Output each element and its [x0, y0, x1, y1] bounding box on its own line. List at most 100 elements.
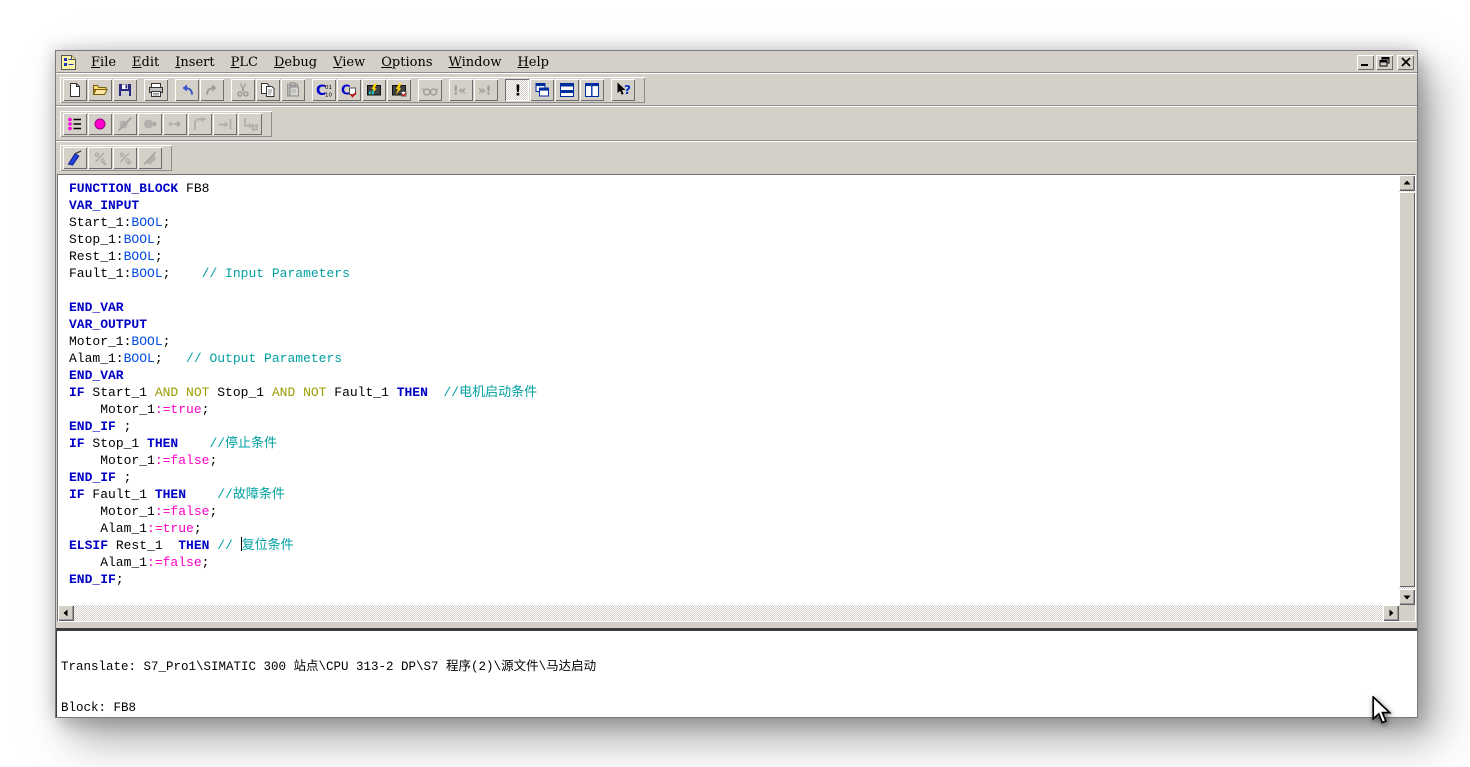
step-over-button[interactable]: [188, 113, 212, 135]
menu-item-help[interactable]: Help: [509, 54, 557, 71]
breakpoint-list-button[interactable]: [63, 113, 87, 135]
download-icon: [366, 82, 382, 98]
output-line: Block: FB8: [61, 702, 1413, 716]
print-button[interactable]: [144, 79, 168, 101]
insert-symbol-button[interactable]: C0110: [312, 79, 336, 101]
toolbar-group: !« »!: [449, 79, 499, 101]
menu-item-file[interactable]: File: [83, 54, 124, 71]
code-segment: ;: [202, 555, 210, 570]
code-segment: BOOL: [124, 249, 155, 264]
scl-editor-window: FileEditInsertPLCDebugViewOptionsWindowH…: [55, 50, 1418, 718]
pane-splitter[interactable]: [56, 622, 1417, 631]
code-segment: ;: [202, 402, 210, 417]
code-segment: Fault_1: [85, 487, 155, 502]
code-line: Alam_1:=true;: [69, 520, 1399, 537]
previous-error-button[interactable]: !«: [449, 79, 473, 101]
step-over-icon: [192, 116, 208, 132]
set-breakpoint-button[interactable]: [88, 113, 112, 135]
undo-button[interactable]: [175, 79, 199, 101]
code-segment: Stop_1: [85, 436, 147, 451]
code-line: [69, 588, 1399, 605]
code-line: [69, 282, 1399, 299]
redo-button[interactable]: [200, 79, 224, 101]
vertical-scroll-thumb[interactable]: [1399, 192, 1415, 587]
menu-item-plc[interactable]: PLC: [223, 54, 266, 71]
continue-button[interactable]: [138, 113, 162, 135]
cut-icon: [235, 82, 251, 98]
output-line: Translate: S7_Pro1\SIMATIC 300 站点\CPU 31…: [61, 661, 1413, 675]
toolbar-group: !: [505, 79, 605, 101]
minimize-button[interactable]: [1357, 55, 1374, 70]
arrow-up-icon: [1402, 178, 1412, 188]
paste-button[interactable]: [281, 79, 305, 101]
menu-item-options[interactable]: Options: [373, 54, 440, 71]
delete-breakpoint-button[interactable]: [113, 113, 137, 135]
code-segment: ;: [116, 470, 132, 485]
monitor-aux1-button[interactable]: [88, 147, 112, 169]
cancel-call-button[interactable]: [238, 113, 262, 135]
compile-check-button[interactable]: C: [337, 79, 361, 101]
restore-button[interactable]: [1376, 55, 1393, 70]
code-segment: //电机启动条件: [428, 385, 537, 400]
code-area[interactable]: FUNCTION_BLOCK FB8VAR_INPUTStart_1:BOOL;…: [58, 175, 1399, 605]
cut-button[interactable]: [231, 79, 255, 101]
code-line: END_IF;: [69, 571, 1399, 588]
tile-vertical-button[interactable]: [580, 79, 604, 101]
menu-item-insert[interactable]: Insert: [167, 54, 222, 71]
continue-icon: [142, 116, 158, 132]
restore-icon: [1379, 57, 1391, 67]
close-button[interactable]: [1397, 55, 1414, 70]
menu-item-view[interactable]: View: [325, 54, 373, 71]
code-segment: // Output Parameters: [163, 351, 342, 366]
download-check-icon: [391, 82, 407, 98]
code-segment: Rest_1: [108, 538, 178, 553]
save-button[interactable]: [113, 79, 137, 101]
monitor-aux3-button[interactable]: [138, 147, 162, 169]
code-segment: FUNCTION_BLOCK: [69, 181, 178, 196]
menu-bar: FileEditInsertPLCDebugViewOptionsWindowH…: [56, 51, 1417, 73]
code-segment: BOOL: [124, 351, 155, 366]
code-segment: ;: [116, 572, 124, 587]
monitor-glasses-button[interactable]: [418, 79, 442, 101]
monitor-on-button[interactable]: [63, 147, 87, 169]
tile-horizontal-button[interactable]: [555, 79, 579, 101]
horizontal-scroll-track[interactable]: [74, 605, 1383, 621]
run-to-cursor-button[interactable]: [213, 113, 237, 135]
code-line: Start_1:BOOL;: [69, 214, 1399, 231]
next-error-button[interactable]: »!: [474, 79, 498, 101]
undo-icon: [179, 82, 195, 98]
previous-error-icon: !«: [453, 82, 469, 98]
monitor-aux2-button[interactable]: [113, 147, 137, 169]
code-segment: Alam_1: [69, 555, 147, 570]
vertical-scrollbar[interactable]: [1399, 175, 1415, 605]
new-file-icon: [67, 82, 83, 98]
single-step-button[interactable]: [163, 113, 187, 135]
insert-symbol-icon: C0110: [316, 82, 332, 98]
scroll-left-button[interactable]: [58, 605, 74, 621]
show-errors-icon: !: [509, 82, 525, 98]
scroll-up-button[interactable]: [1399, 175, 1415, 191]
show-errors-button[interactable]: !: [505, 79, 529, 101]
copy-button[interactable]: [256, 79, 280, 101]
scroll-right-button[interactable]: [1383, 605, 1399, 621]
new-file-button[interactable]: [63, 79, 87, 101]
code-line: Rest_1:BOOL;: [69, 248, 1399, 265]
paste-icon: [285, 82, 301, 98]
cascade-windows-button[interactable]: [530, 79, 554, 101]
code-line: FUNCTION_BLOCK FB8: [69, 180, 1399, 197]
menu-item-debug[interactable]: Debug: [266, 54, 325, 71]
code-segment: ;: [155, 351, 163, 366]
monitor-aux3-icon: [142, 150, 158, 166]
download-check-button[interactable]: [387, 79, 411, 101]
menu-item-edit[interactable]: Edit: [124, 54, 167, 71]
horizontal-scrollbar[interactable]: [58, 605, 1399, 621]
code-line: IF Start_1 AND NOT Stop_1 AND NOT Fault_…: [69, 384, 1399, 401]
menu-item-window[interactable]: Window: [441, 54, 510, 71]
code-segment: END_VAR: [69, 368, 124, 383]
code-segment: Fault_1:: [69, 266, 131, 281]
open-file-button[interactable]: [88, 79, 112, 101]
scroll-down-button[interactable]: [1399, 589, 1415, 605]
context-help-button[interactable]: ?: [611, 79, 635, 101]
code-line: Alam_1:BOOL; // Output Parameters: [69, 350, 1399, 367]
download-button[interactable]: [362, 79, 386, 101]
